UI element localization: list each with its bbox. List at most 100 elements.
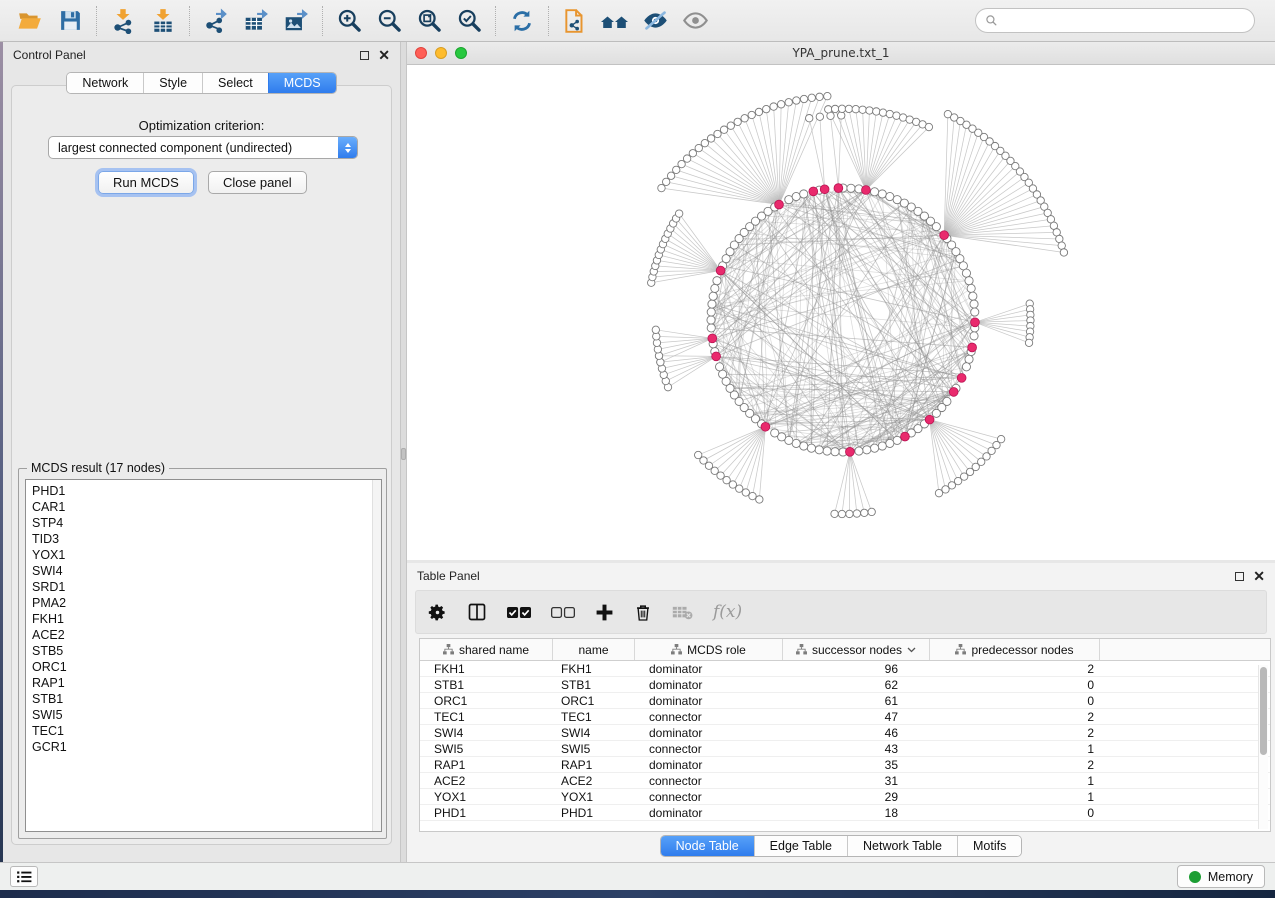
network-node[interactable] xyxy=(711,284,719,292)
tab-select[interactable]: Select xyxy=(202,73,268,93)
network-hub-node[interactable] xyxy=(925,415,934,424)
zoom-fit-icon[interactable] xyxy=(409,4,449,38)
network-node[interactable] xyxy=(800,95,807,102)
list-item[interactable]: PHD1 xyxy=(32,483,381,499)
add-column-icon[interactable] xyxy=(595,603,614,622)
network-node[interactable] xyxy=(866,107,873,114)
column-header-shared-name[interactable]: shared name xyxy=(420,639,553,660)
network-node[interactable] xyxy=(970,300,978,308)
network-node[interactable] xyxy=(831,510,838,517)
network-node[interactable] xyxy=(825,106,832,113)
table-row[interactable]: RAP1RAP1dominator352 xyxy=(420,757,1270,773)
network-node[interactable] xyxy=(678,160,685,167)
export-table-icon[interactable] xyxy=(236,4,276,38)
list-item[interactable]: STB1 xyxy=(32,691,381,707)
open-session-icon[interactable] xyxy=(10,4,50,38)
network-node[interactable] xyxy=(734,118,741,125)
network-node[interactable] xyxy=(855,447,863,455)
network-node[interactable] xyxy=(675,210,682,217)
network-node[interactable] xyxy=(1025,339,1032,346)
list-item[interactable]: RAP1 xyxy=(32,675,381,691)
network-node[interactable] xyxy=(886,439,894,447)
network-node[interactable] xyxy=(967,284,975,292)
network-hub-node[interactable] xyxy=(957,373,966,382)
network-node[interactable] xyxy=(709,292,717,300)
network-node[interactable] xyxy=(807,444,815,452)
table-row[interactable]: SWI4SWI4dominator462 xyxy=(420,725,1270,741)
close-table-panel-icon[interactable]: ✕ xyxy=(1253,571,1265,581)
network-node[interactable] xyxy=(823,447,831,455)
network-node[interactable] xyxy=(824,92,831,99)
network-node[interactable] xyxy=(707,324,715,332)
network-node[interactable] xyxy=(878,442,886,450)
tab-node-table[interactable]: Node Table xyxy=(661,836,754,856)
mcds-list-scrollbar[interactable] xyxy=(372,480,381,831)
network-node[interactable] xyxy=(777,101,784,108)
optimization-criterion-select[interactable]: largest connected component (undirected) xyxy=(48,136,358,159)
tab-edge-table[interactable]: Edge Table xyxy=(754,836,847,856)
network-hub-node[interactable] xyxy=(968,343,977,352)
network-node[interactable] xyxy=(652,326,659,333)
network-node[interactable] xyxy=(870,444,878,452)
delete-column-icon[interactable] xyxy=(634,603,652,622)
network-node[interactable] xyxy=(771,429,779,437)
vertical-splitter[interactable] xyxy=(400,42,407,862)
table-row[interactable]: ORC1ORC1dominator610 xyxy=(420,693,1270,709)
tab-style[interactable]: Style xyxy=(143,73,202,93)
deselect-all-icon[interactable] xyxy=(551,606,575,619)
network-node[interactable] xyxy=(868,508,875,515)
network-node[interactable] xyxy=(708,300,716,308)
network-node[interactable] xyxy=(831,105,838,112)
network-node[interactable] xyxy=(870,188,878,196)
tab-network-table[interactable]: Network Table xyxy=(847,836,957,856)
column-header-predecessor-nodes[interactable]: predecessor nodes xyxy=(930,639,1100,660)
network-node[interactable] xyxy=(707,308,715,316)
network-node[interactable] xyxy=(707,316,715,324)
run-mcds-button[interactable]: Run MCDS xyxy=(98,171,194,194)
network-node[interactable] xyxy=(838,510,845,517)
network-node[interactable] xyxy=(935,489,942,496)
network-node[interactable] xyxy=(965,355,973,363)
table-row[interactable]: STB1STB1dominator620 xyxy=(420,677,1270,693)
network-node[interactable] xyxy=(962,269,970,277)
network-hub-node[interactable] xyxy=(940,231,949,240)
network-node[interactable] xyxy=(886,110,893,117)
list-item[interactable]: TID3 xyxy=(32,531,381,547)
network-node[interactable] xyxy=(852,105,859,112)
network-node[interactable] xyxy=(673,166,680,173)
node-table[interactable]: shared name name MCDS role successor nod… xyxy=(419,638,1271,832)
list-item[interactable]: STB5 xyxy=(32,643,381,659)
list-item[interactable]: GCR1 xyxy=(32,739,381,755)
network-node[interactable] xyxy=(694,451,701,458)
column-header-successor-nodes[interactable]: successor nodes xyxy=(783,639,930,660)
tab-mcds[interactable]: MCDS xyxy=(268,73,336,93)
network-window-titlebar[interactable]: YPA_prune.txt_1 xyxy=(407,42,1275,65)
network-node[interactable] xyxy=(806,115,813,122)
network-node[interactable] xyxy=(879,109,886,116)
list-item[interactable]: ACE2 xyxy=(32,627,381,643)
float-panel-icon[interactable] xyxy=(360,51,369,60)
export-image-icon[interactable] xyxy=(276,4,316,38)
table-row[interactable]: SWI5SWI5connector431 xyxy=(420,741,1270,757)
network-hub-node[interactable] xyxy=(712,352,721,361)
network-node[interactable] xyxy=(971,308,979,316)
network-hub-node[interactable] xyxy=(775,200,784,209)
network-node[interactable] xyxy=(720,126,727,133)
list-item[interactable]: PMA2 xyxy=(32,595,381,611)
network-node[interactable] xyxy=(863,446,871,454)
network-node[interactable] xyxy=(962,363,970,371)
network-node[interactable] xyxy=(785,99,792,106)
list-item[interactable]: TEC1 xyxy=(32,723,381,739)
network-node[interactable] xyxy=(969,292,977,300)
network-node[interactable] xyxy=(845,105,852,112)
network-node[interactable] xyxy=(838,105,845,112)
network-node[interactable] xyxy=(770,103,777,110)
network-node[interactable] xyxy=(816,113,823,120)
network-node[interactable] xyxy=(816,93,823,100)
table-scrollbar[interactable] xyxy=(1258,665,1268,829)
table-scrollbar-thumb[interactable] xyxy=(1260,667,1267,755)
network-node[interactable] xyxy=(749,492,756,499)
gear-icon[interactable] xyxy=(428,603,447,622)
network-node[interactable] xyxy=(815,446,823,454)
search-input[interactable] xyxy=(1003,14,1245,28)
